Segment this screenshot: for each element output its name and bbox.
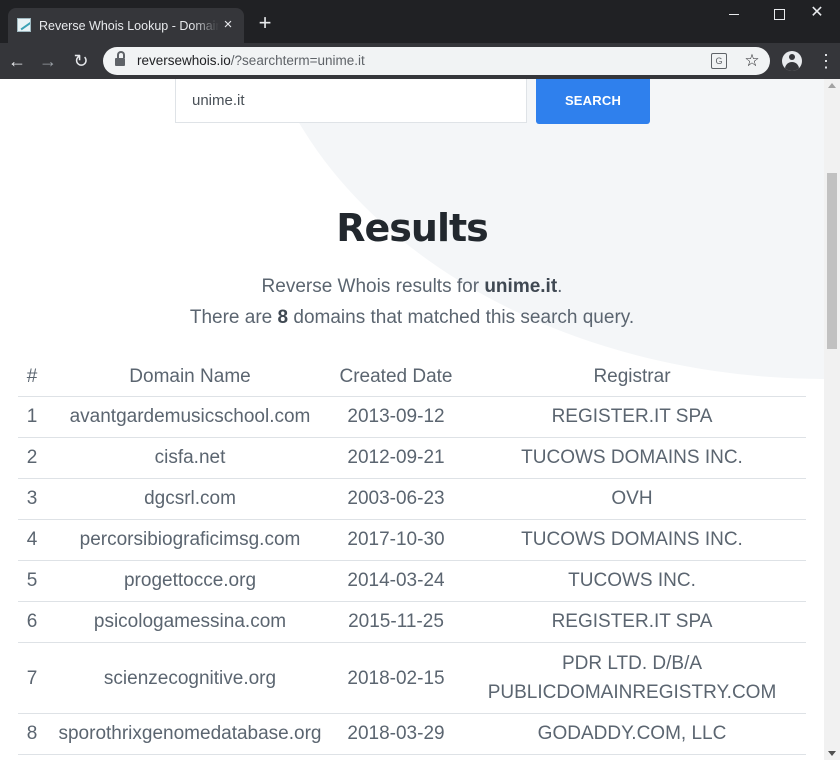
url-host: reversewhois.io (137, 53, 231, 68)
registrar-cell: TUCOWS DOMAINS INC. (458, 437, 806, 479)
search-input[interactable]: unime.it (175, 79, 527, 123)
column-header-domain: Domain Name (46, 358, 334, 397)
address-bar[interactable]: reversewhois.io/?searchterm=unime.it G ☆ (103, 47, 770, 75)
created-date-cell: 2014-03-24 (334, 560, 458, 602)
registrar-cell: TUCOWS DOMAINS INC. (458, 519, 806, 561)
row-number: 5 (18, 560, 46, 602)
summary-suffix: . (557, 276, 563, 297)
scroll-down-arrow-icon[interactable] (828, 751, 836, 756)
results-heading: Results (336, 206, 489, 250)
lock-icon[interactable] (115, 51, 125, 66)
domain-name-cell: progettocce.org (46, 560, 334, 602)
row-number: 1 (18, 396, 46, 438)
close-tab-icon[interactable]: × (220, 17, 236, 33)
bookmark-star-icon[interactable]: ☆ (742, 51, 762, 71)
page-scrollbar[interactable] (824, 79, 840, 760)
domain-name-cell: dgcsrl.com (46, 478, 334, 520)
registrar-line: PDR LTD. D/B/A (561, 653, 703, 674)
tab-title: Reverse Whois Lookup - Domain (39, 19, 219, 33)
table-row: 4 percorsibiograficimsg.com 2017-10-30 T… (18, 519, 806, 561)
registrar-cell: PDR LTD. D/B/A PUBLICDOMAINREGISTRY.COM (458, 642, 806, 714)
reversewhois-favicon-icon (17, 18, 31, 32)
browser-menu-icon[interactable]: ⋮ (816, 51, 836, 71)
registrar-cell: OVH (458, 478, 806, 520)
account-avatar-icon[interactable] (782, 51, 802, 71)
table-row: 5 progettocce.org 2014-03-24 TUCOWS INC. (18, 560, 806, 602)
created-date-cell: 2003-06-23 (334, 478, 458, 520)
page-viewport: unime.it SEARCH Results Reverse Whois re… (0, 79, 824, 760)
column-header-registrar: Registrar (458, 358, 806, 397)
domain-count: 8 (277, 307, 289, 328)
column-header-created: Created Date (334, 358, 458, 397)
column-header-number: # (18, 358, 46, 397)
url-path: /?searchterm=unime.it (230, 53, 365, 68)
results-summary: Reverse Whois results for unime.it. (0, 275, 824, 299)
domain-name-cell: cisfa.net (46, 437, 334, 479)
count-prefix: There are (189, 307, 278, 328)
forward-arrow-icon[interactable]: → (37, 50, 59, 72)
domain-name-cell: percorsibiograficimsg.com (46, 519, 334, 561)
table-row: 2 cisfa.net 2012-09-21 TUCOWS DOMAINS IN… (18, 437, 806, 479)
registrar-cell: REGISTER.IT SPA (458, 396, 806, 438)
row-number: 4 (18, 519, 46, 561)
row-number: 2 (18, 437, 46, 479)
table-row: 7 scienzecognitive.org 2018-02-15 PDR LT… (18, 642, 806, 714)
registrar-cell: REGISTER.IT SPA (458, 601, 806, 643)
domain-name-cell: scienzecognitive.org (46, 642, 334, 714)
row-number: 3 (18, 478, 46, 520)
row-number: 6 (18, 601, 46, 643)
search-term: unime.it (484, 276, 558, 297)
registrar-cell: GODADDY.COM, LLC (458, 713, 806, 755)
browser-tab-strip: Reverse Whois Lookup - Domain × + ✕ (0, 0, 840, 43)
back-arrow-icon[interactable]: ← (6, 50, 28, 72)
table-row: 8 sporothrixgenomedatabase.org 2018-03-2… (18, 713, 806, 755)
reload-icon[interactable]: ↻ (70, 50, 92, 72)
created-date-cell: 2012-09-21 (334, 437, 458, 479)
window-close-icon[interactable]: ✕ (794, 0, 840, 28)
minimize-icon[interactable] (711, 0, 757, 28)
registrar-cell: TUCOWS INC. (458, 560, 806, 602)
scroll-up-arrow-icon[interactable] (828, 83, 836, 88)
domain-name-cell: avantgardemusicschool.com (46, 396, 334, 438)
count-suffix: domains that matched this search query. (288, 307, 635, 328)
created-date-cell: 2013-09-12 (334, 396, 458, 438)
created-date-cell: 2015-11-25 (334, 601, 458, 643)
search-button[interactable]: SEARCH (536, 79, 650, 124)
results-count: There are 8 domains that matched this se… (0, 306, 824, 330)
row-number: 8 (18, 713, 46, 755)
table-header-row: # Domain Name Created Date Registrar (18, 358, 806, 397)
browser-toolbar: ← → ↻ reversewhois.io/?searchterm=unime.… (0, 43, 840, 79)
browser-tab[interactable]: Reverse Whois Lookup - Domain × (8, 8, 244, 43)
created-date-cell: 2018-02-15 (334, 642, 458, 714)
results-table: # Domain Name Created Date Registrar 1 a… (18, 358, 806, 755)
created-date-cell: 2017-10-30 (334, 519, 458, 561)
scrollbar-thumb[interactable] (827, 173, 837, 349)
table-row: 6 psicologamessina.com 2015-11-25 REGIST… (18, 601, 806, 643)
row-number: 7 (18, 642, 46, 714)
created-date-cell: 2018-03-29 (334, 713, 458, 755)
domain-name-cell: psicologamessina.com (46, 601, 334, 643)
summary-prefix: Reverse Whois results for (261, 276, 485, 297)
url-text[interactable]: reversewhois.io/?searchterm=unime.it (137, 53, 365, 69)
domain-name-cell: sporothrixgenomedatabase.org (46, 713, 334, 755)
new-tab-icon[interactable]: + (254, 12, 276, 34)
translate-icon[interactable]: G (711, 53, 727, 69)
table-row: 3 dgcsrl.com 2003-06-23 OVH (18, 478, 806, 520)
table-row: 1 avantgardemusicschool.com 2013-09-12 R… (18, 396, 806, 438)
registrar-line: PUBLICDOMAINREGISTRY.COM (487, 682, 777, 703)
